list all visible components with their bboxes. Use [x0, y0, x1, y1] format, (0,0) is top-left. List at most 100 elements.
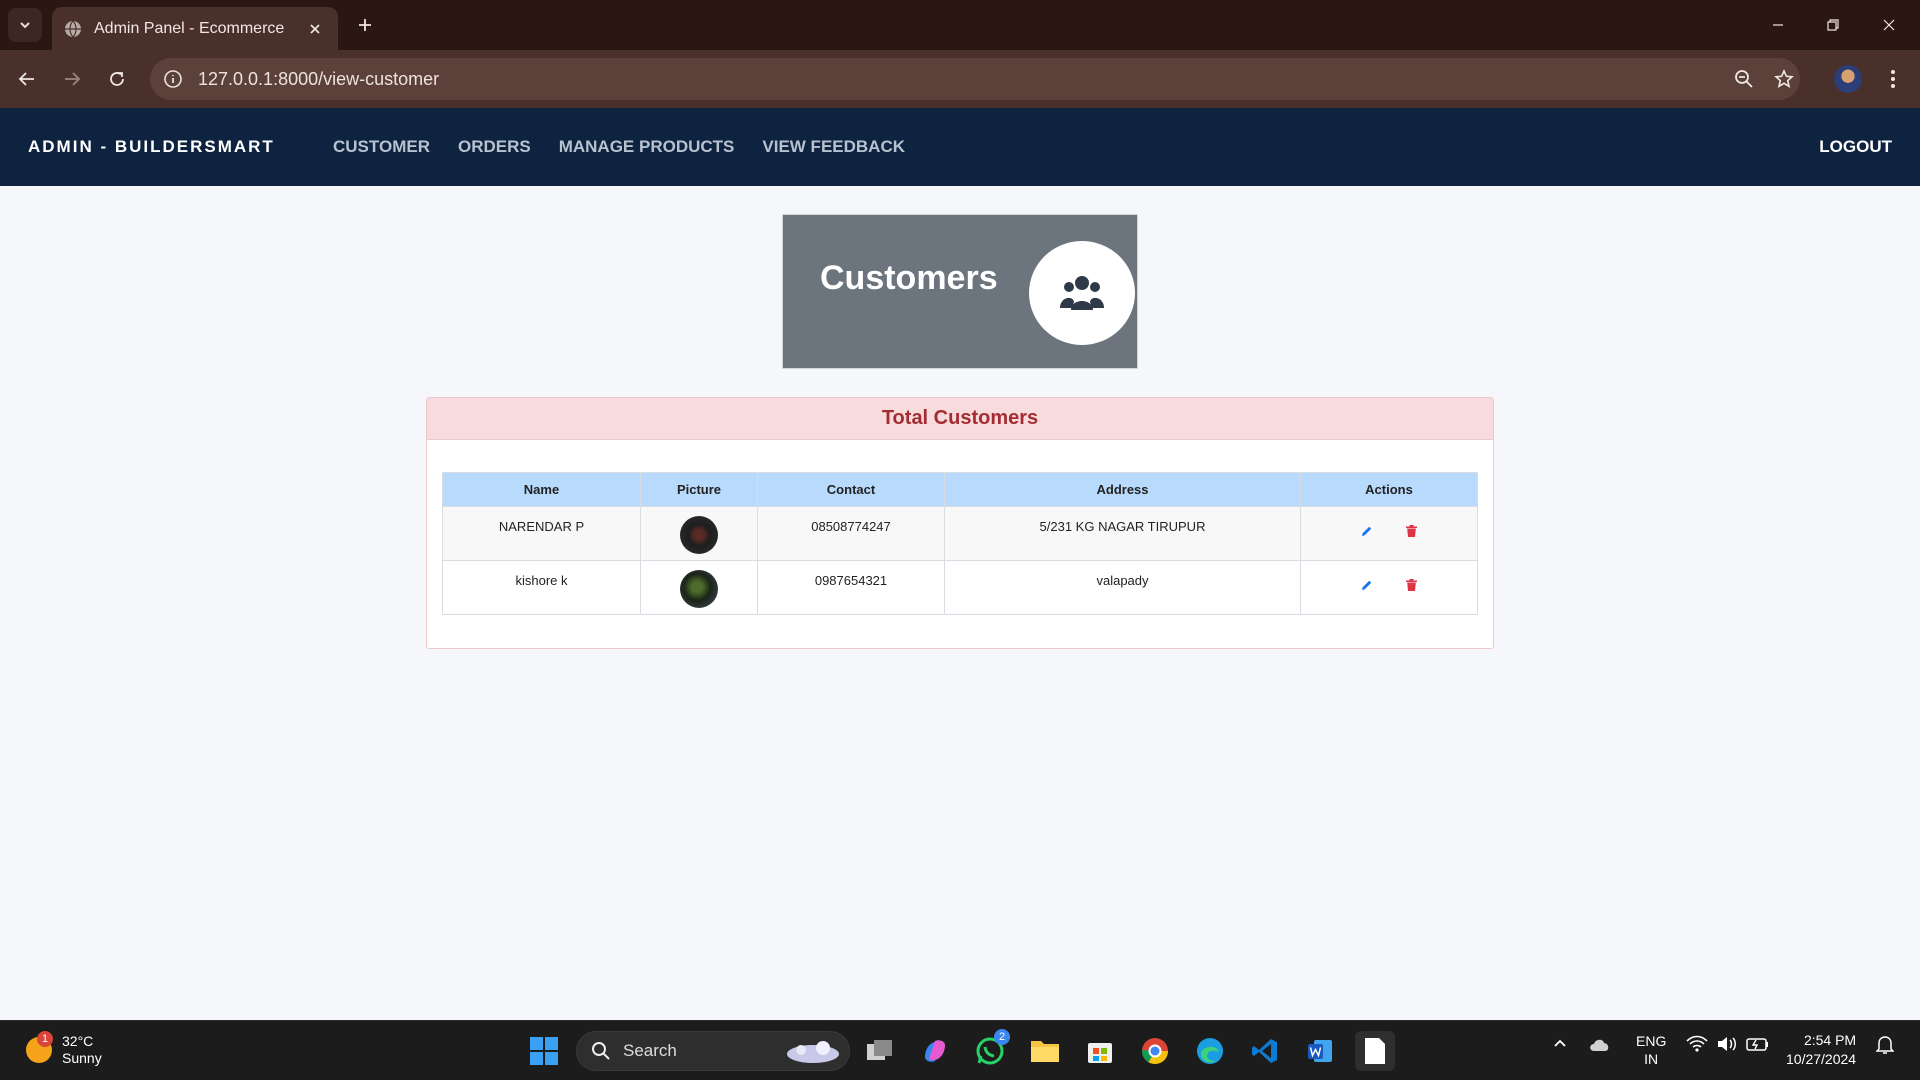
kebab-menu-icon — [1891, 70, 1895, 88]
notifications-button[interactable] — [1875, 1035, 1895, 1058]
customer-avatar — [680, 516, 718, 554]
battery-icon — [1746, 1038, 1768, 1051]
chrome-icon — [1141, 1038, 1169, 1065]
store-icon — [1088, 1043, 1112, 1063]
arrow-left-icon — [18, 72, 34, 86]
clock-time: 2:54 PM — [1803, 1032, 1857, 1048]
arrow-right-icon — [65, 72, 81, 86]
browser-tab-bar: Admin Panel - Ecommerce — [0, 0, 1920, 50]
notepad-app[interactable] — [1355, 1031, 1395, 1071]
language-bottom: IN — [1644, 1051, 1659, 1067]
logout-link[interactable]: LOGOUT — [1819, 137, 1892, 157]
users-icon — [1060, 276, 1104, 310]
sun-icon: 1 — [26, 1031, 53, 1063]
site-info-icon[interactable] — [162, 68, 184, 90]
forward-button[interactable] — [55, 62, 89, 96]
weather-desc: Sunny — [62, 1050, 102, 1066]
whatsapp-app[interactable]: 2 — [970, 1029, 1010, 1071]
customer-name: NARENDAR P — [442, 506, 641, 561]
customer-name: kishore k — [442, 560, 641, 615]
edit-button[interactable] — [1359, 577, 1375, 593]
profile-avatar[interactable] — [1834, 65, 1862, 93]
reload-icon — [110, 72, 124, 86]
new-tab-button[interactable] — [352, 12, 378, 38]
nav-link-manage-products[interactable]: MANAGE PRODUCTS — [559, 137, 735, 157]
nav-link-view-feedback[interactable]: VIEW FEEDBACK — [762, 137, 905, 157]
nav-links: CUSTOMER ORDERS MANAGE PRODUCTS VIEW FEE… — [333, 137, 1819, 157]
cloud-icon — [1590, 1039, 1609, 1051]
vscode-icon — [1252, 1039, 1277, 1063]
battery-tray[interactable] — [1746, 1035, 1770, 1056]
edge-app[interactable] — [1190, 1031, 1230, 1071]
weather-badge: 1 — [37, 1031, 53, 1047]
search-label: Search — [623, 1041, 677, 1060]
table-header-row: Name Picture Contact Address Actions — [442, 472, 1478, 507]
summary-icon-circle — [1029, 241, 1135, 345]
chevron-up-icon — [1554, 1039, 1566, 1047]
taskbar-search[interactable]: Search — [576, 1031, 850, 1071]
customer-picture-cell — [640, 506, 758, 561]
search-icon — [592, 1042, 610, 1060]
back-button[interactable] — [10, 62, 44, 96]
browser-menu-button[interactable] — [1876, 58, 1910, 100]
minimize-button[interactable] — [1765, 12, 1791, 38]
vscode-app[interactable] — [1245, 1031, 1285, 1071]
plus-icon — [359, 19, 371, 31]
pencil-icon — [1362, 580, 1372, 590]
language-top: ENG — [1636, 1033, 1667, 1049]
wifi-tray[interactable] — [1686, 1035, 1708, 1056]
total-customers-card: Total Customers Name Picture Contact Add… — [426, 397, 1494, 649]
customer-avatar — [680, 570, 718, 608]
task-view-icon — [867, 1040, 892, 1060]
copilot-app[interactable] — [915, 1031, 955, 1071]
customer-address: 5/231 KG NAGAR TIRUPUR — [944, 506, 1301, 561]
bell-icon — [1875, 1036, 1895, 1054]
column-header-address: Address — [944, 472, 1301, 507]
bookmark-button[interactable] — [1767, 58, 1801, 100]
edit-button[interactable] — [1359, 523, 1375, 539]
file-explorer-app[interactable] — [1025, 1031, 1065, 1071]
nav-link-orders[interactable]: ORDERS — [458, 137, 531, 157]
admin-navbar: ADMIN - BUILDERSMART CUSTOMER ORDERS MAN… — [0, 108, 1920, 186]
close-icon — [1883, 19, 1895, 31]
windows-logo-icon — [530, 1037, 558, 1065]
word-icon — [1308, 1040, 1332, 1062]
weather-widget[interactable]: 1 32°C Sunny — [26, 1031, 102, 1067]
address-bar[interactable]: 127.0.0.1:8000/view-customer — [150, 58, 1800, 100]
pencil-icon — [1362, 526, 1372, 536]
onedrive-tray[interactable] — [1588, 1035, 1612, 1056]
microsoft-store-app[interactable] — [1080, 1031, 1120, 1071]
tab-search-button[interactable] — [8, 8, 42, 42]
column-header-actions: Actions — [1300, 472, 1478, 507]
column-header-contact: Contact — [757, 472, 945, 507]
taskbar-clock[interactable]: 2:54 PM 10/27/2024 — [1786, 1031, 1856, 1069]
minimize-icon — [1773, 24, 1783, 26]
globe-icon — [65, 20, 81, 37]
show-hidden-icons[interactable] — [1552, 1035, 1568, 1054]
close-window-button[interactable] — [1876, 12, 1902, 38]
browser-tab[interactable]: Admin Panel - Ecommerce — [52, 7, 338, 50]
star-icon — [1774, 69, 1794, 88]
tab-close-icon[interactable] — [304, 18, 326, 40]
trash-icon — [1405, 579, 1417, 591]
nav-link-customer[interactable]: CUSTOMER — [333, 137, 430, 157]
task-view-button[interactable] — [860, 1031, 900, 1071]
start-button[interactable] — [524, 1031, 564, 1071]
volume-tray[interactable] — [1716, 1035, 1738, 1056]
language-indicator[interactable]: ENG IN — [1636, 1032, 1666, 1068]
whatsapp-badge: 2 — [994, 1029, 1010, 1045]
zoom-out-icon — [1735, 70, 1753, 88]
restore-button[interactable] — [1820, 12, 1846, 38]
zoom-button[interactable] — [1727, 58, 1761, 100]
customer-picture-cell — [640, 560, 758, 615]
delete-button[interactable] — [1403, 577, 1419, 593]
volume-icon — [1718, 1037, 1736, 1051]
brand-title[interactable]: ADMIN - BUILDERSMART — [28, 137, 333, 157]
chrome-app[interactable] — [1135, 1031, 1175, 1071]
customer-actions — [1300, 560, 1478, 615]
reload-button[interactable] — [100, 62, 134, 96]
customer-contact: 08508774247 — [757, 506, 945, 561]
column-header-name: Name — [442, 472, 641, 507]
word-app[interactable] — [1300, 1031, 1340, 1071]
delete-button[interactable] — [1403, 523, 1419, 539]
